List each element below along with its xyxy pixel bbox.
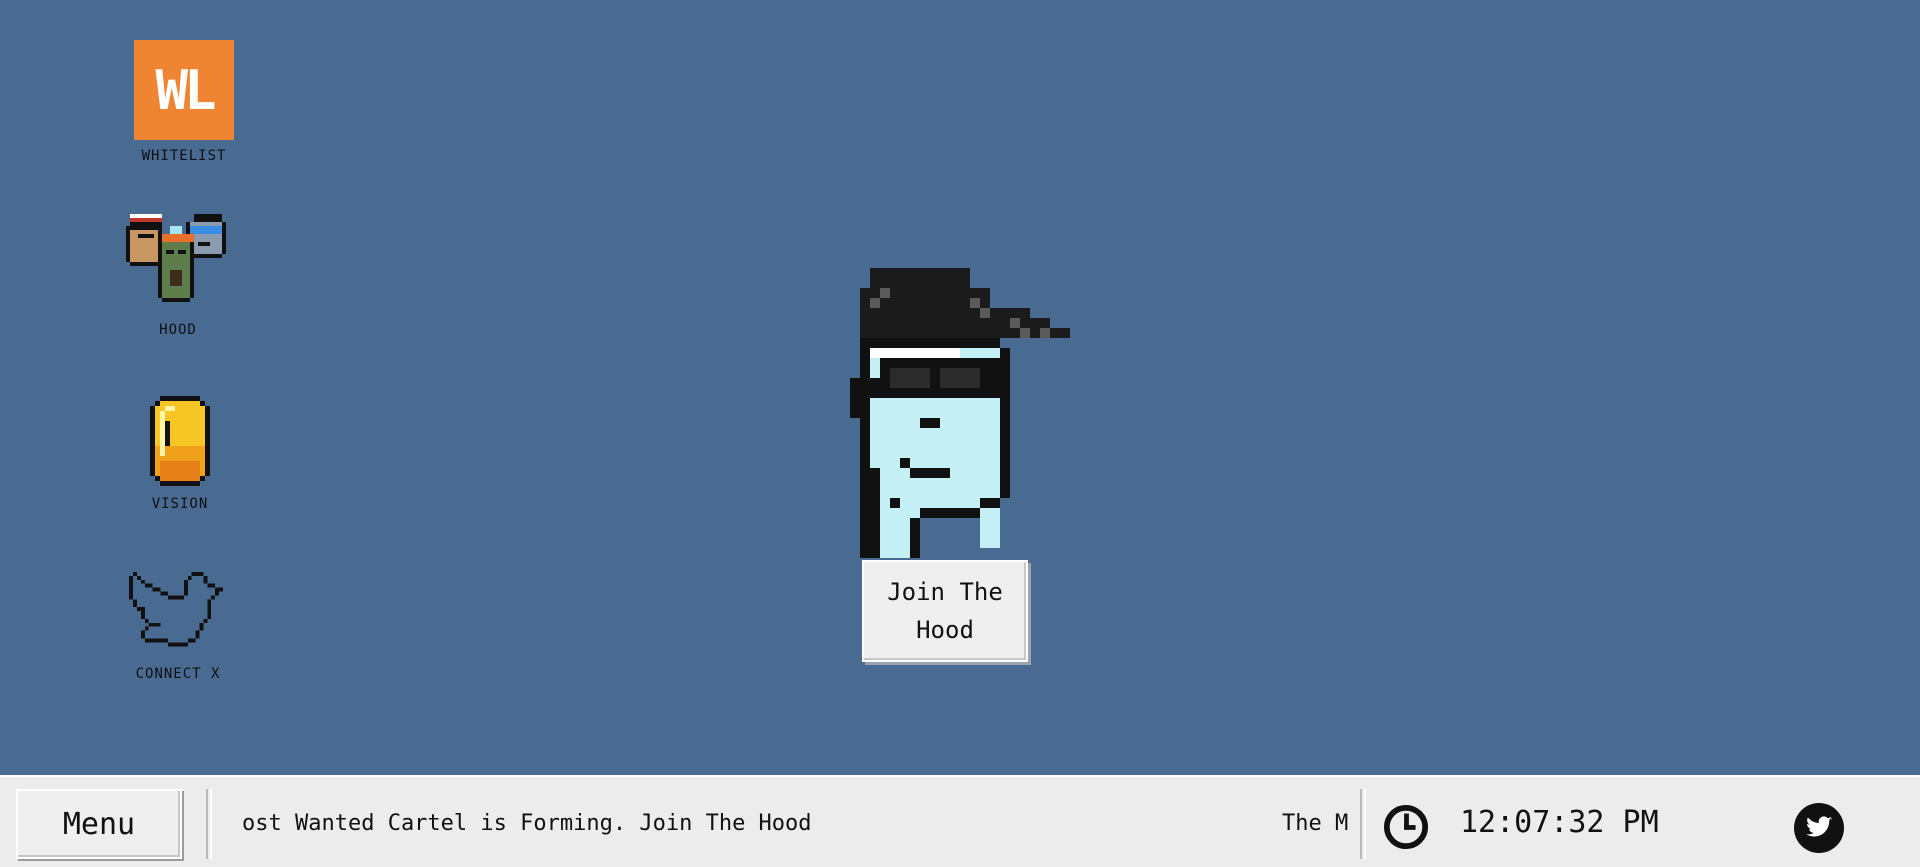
ticker-text-tail: The M bbox=[1282, 811, 1349, 836]
twitter-button[interactable] bbox=[1794, 803, 1844, 853]
pixel-punk-character-icon bbox=[850, 268, 1070, 558]
desktop-icon-label: HOOD bbox=[159, 322, 197, 338]
join-the-hood-label: Join The Hood bbox=[887, 578, 1003, 644]
bird-outline-icon bbox=[129, 572, 223, 647]
twitter-bird-icon bbox=[1794, 803, 1844, 853]
desktop-icon-label: WHITELIST bbox=[141, 148, 227, 164]
wl-logo-text: WL bbox=[155, 58, 216, 122]
pixel-characters-group-icon bbox=[126, 214, 226, 302]
desktop: WL WHITELIST HOOD VISION CONNECT X Join … bbox=[0, 0, 1920, 775]
desktop-icon-label: VISION bbox=[151, 496, 209, 512]
ticker-text: ost Wanted Cartel is Forming. Join The H… bbox=[242, 811, 812, 836]
clock-time: 12:07:32 PM bbox=[1460, 805, 1659, 840]
menu-button-label: Menu bbox=[62, 806, 136, 842]
taskbar-divider bbox=[206, 789, 212, 859]
desktop-icon-connect[interactable]: CONNECT X bbox=[98, 572, 258, 682]
desktop-icon-vision[interactable]: VISION bbox=[100, 396, 260, 512]
wl-logo-icon: WL bbox=[134, 40, 234, 140]
news-ticker: ost Wanted Cartel is Forming. Join The H… bbox=[220, 789, 1355, 859]
menu-button[interactable]: Menu bbox=[16, 789, 182, 859]
desktop-icon-whitelist[interactable]: WL WHITELIST bbox=[104, 40, 264, 164]
join-the-hood-button[interactable]: Join The Hood bbox=[862, 560, 1028, 662]
taskbar-divider bbox=[1360, 789, 1366, 859]
desktop-icon-hood[interactable]: HOOD bbox=[98, 214, 258, 338]
clock-icon bbox=[1383, 804, 1429, 850]
taskbar: Menu ost Wanted Cartel is Forming. Join … bbox=[0, 775, 1920, 867]
gold-coin-icon bbox=[150, 396, 210, 486]
desktop-icon-label: CONNECT X bbox=[135, 666, 221, 682]
